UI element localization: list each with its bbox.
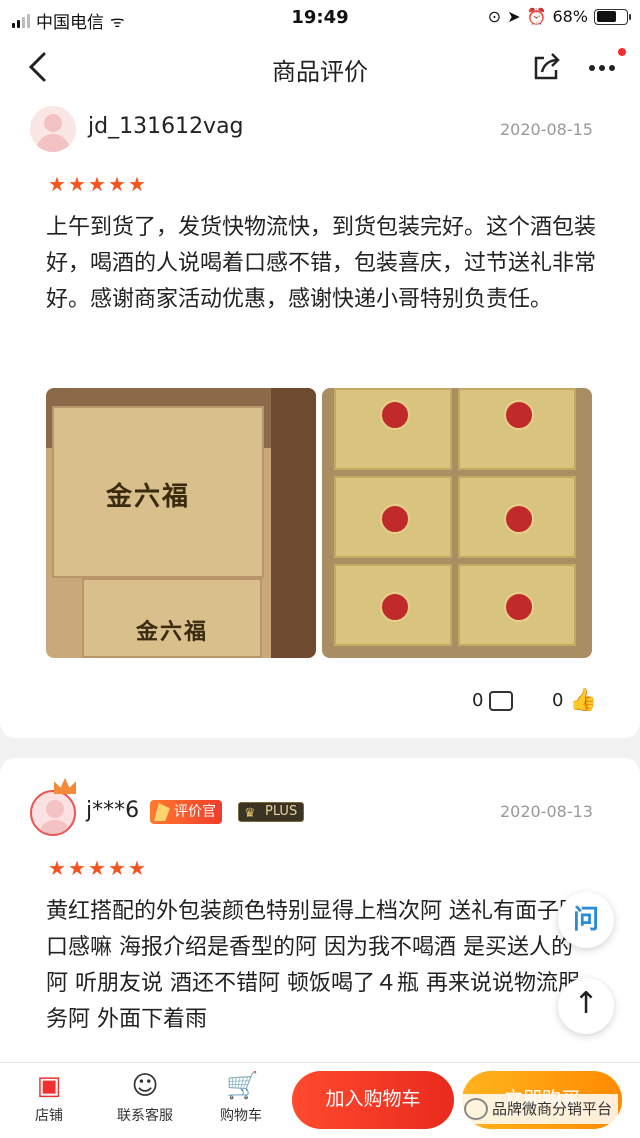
location-icon: ➤ [507, 7, 521, 26]
comment-action[interactable]: 0 [472, 690, 514, 711]
crown-icon [54, 778, 76, 794]
tab-store[interactable]: ▣ 店铺 [4, 1071, 94, 1125]
status-bar: 中国电信 ᯤ 19:49 ⊙ ➤ ⏰ 68% [0, 0, 640, 36]
cart-icon: 🛒 [226, 1071, 259, 1101]
star-icon: ★ [48, 856, 66, 880]
watermark-text: 品牌微商分销平台 [492, 1100, 613, 1118]
battery-icon [594, 8, 631, 25]
star-icon: ★ [68, 172, 86, 196]
avatar[interactable] [30, 790, 76, 836]
review-text: 上午到货了，发货快物流快，到货包装完好。这个酒包装好，喝酒的人说喝着口感不错，包… [46, 215, 597, 312]
tab-customer-service[interactable]: ☺ 联系客服 [100, 1071, 190, 1125]
more-icon[interactable] [584, 50, 624, 84]
pen-icon [154, 803, 170, 821]
star-icon: ★ [128, 172, 146, 196]
review-text: 黄红搭配的外包装颜色特别显得上档次阿 送礼有面子阿 口感嘛 海报介绍是香型的阿 … [46, 899, 581, 1032]
star-icon: ★ [88, 172, 106, 196]
share-icon[interactable] [530, 50, 564, 84]
product-label: 金六福 [106, 482, 191, 512]
review-photo[interactable] [322, 388, 592, 658]
rating-stars: ★ ★ ★ ★ ★ [48, 856, 146, 880]
nav-bar: 商品评价 [0, 36, 640, 98]
wechat-icon [464, 1098, 488, 1120]
rotation-lock-icon: ⊙ [487, 7, 502, 26]
crown-icon: ♛ [244, 806, 256, 821]
back-to-top-button[interactable]: ↑ [558, 978, 614, 1034]
star-icon: ★ [128, 856, 146, 880]
review-username: jd_131612vag [88, 114, 244, 139]
thumbs-up-icon[interactable]: 👍 [569, 689, 596, 711]
star-icon: ★ [88, 856, 106, 880]
rating-stars: ★ ★ ★ ★ ★ [48, 172, 146, 196]
ask-button[interactable]: 问 [558, 892, 614, 948]
tab-cart-label: 购物车 [220, 1108, 262, 1124]
status-right: ⊙ ➤ ⏰ 68% [487, 7, 631, 26]
add-to-cart-button[interactable]: 加入购物车 [292, 1071, 454, 1129]
notification-dot [618, 48, 626, 56]
review-username: j***6 [86, 798, 140, 823]
plus-badge: ♛ PLUS [238, 802, 305, 822]
watermark: 品牌微商分销平台 [460, 1094, 619, 1124]
chat-icon: ☺ [131, 1071, 159, 1101]
battery-percent: 68% [552, 7, 588, 26]
store-icon: ▣ [36, 1071, 62, 1101]
avatar[interactable] [30, 106, 76, 152]
review-photo[interactable]: 金六福 金六福 [46, 388, 316, 658]
tab-customer-service-label: 联系客服 [117, 1108, 173, 1124]
review-date: 2020-08-13 [500, 802, 593, 821]
product-label: 金六福 [136, 619, 209, 645]
comment-count: 0 [472, 690, 484, 711]
comment-icon[interactable] [489, 690, 514, 711]
review-date: 2020-08-15 [500, 120, 593, 139]
reviewer-badge: 评价官 [150, 800, 222, 824]
like-action[interactable]: 0 👍 [552, 689, 597, 711]
alarm-icon: ⏰ [526, 7, 547, 26]
tab-cart[interactable]: 🛒 购物车 [196, 1071, 286, 1125]
review-card: j***6 评价官 ♛ PLUS 2020-08-13 ★ ★ ★ ★ ★ 黄红搭配的外包… [0, 758, 640, 1078]
star-icon: ★ [68, 856, 86, 880]
star-icon: ★ [108, 172, 126, 196]
star-icon: ★ [48, 172, 66, 196]
like-count: 0 [552, 690, 564, 711]
review-card: jd_131612vag 2020-08-15 ★ ★ ★ ★ ★ 上午到货了，发货快物… [0, 98, 640, 738]
star-icon: ★ [108, 856, 126, 880]
tab-store-label: 店铺 [35, 1108, 63, 1124]
